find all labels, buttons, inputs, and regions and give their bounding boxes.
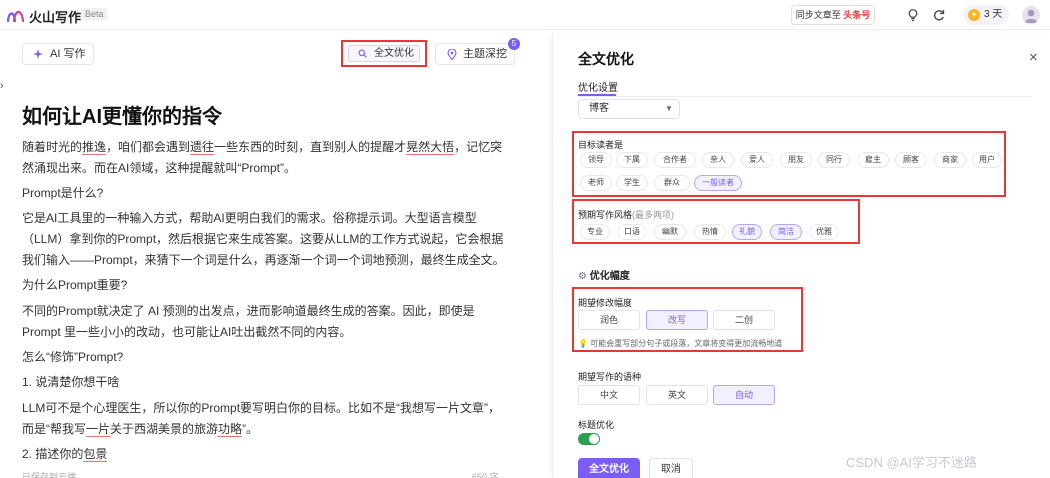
degree-hint: 💡 可能会重写部分句子或段落，文章将变得更加流畅地道 [578, 339, 783, 348]
cancel-button[interactable]: 取消 [649, 458, 693, 478]
coin-icon: ✦ [968, 9, 980, 21]
subheading-2[interactable]: 2. 描述你的包景 [22, 444, 512, 465]
tab-optimize-settings[interactable]: 优化设置 [578, 79, 618, 94]
genre-select[interactable]: 博客 ▼ [578, 99, 680, 119]
reader-chip-0[interactable]: 领导 [580, 152, 612, 168]
question-2[interactable]: 为什么Prompt重要? [22, 275, 512, 296]
style-chip-6[interactable]: 优雅 [809, 224, 839, 240]
language-option-0[interactable]: 中文 [578, 385, 640, 405]
ai-write-button[interactable]: AI 写作 [22, 43, 94, 65]
degree-option-1[interactable]: 改写 [646, 310, 708, 330]
genre-select-value: 博客 [589, 103, 609, 114]
style-label: 预期写作风格(最多两项) [578, 210, 675, 220]
language-label: 期望写作的语种 [578, 372, 642, 382]
days-count: 3 天 [984, 9, 1003, 20]
full-optimize-label: 全文优化 [374, 48, 414, 59]
title-optimize-label: 标题优化 [578, 420, 615, 430]
degree-option-2[interactable]: 二创 [713, 310, 775, 330]
avatar[interactable] [1022, 6, 1040, 24]
subheading-1[interactable]: 1. 说清楚你想干啥 [22, 372, 512, 393]
expand-sidebar-chevron-icon[interactable]: › [0, 80, 4, 92]
question-3[interactable]: 怎么“修饰”Prompt? [22, 347, 512, 368]
location-pin-icon [447, 49, 457, 60]
panel-title: 全文优化 [578, 51, 634, 67]
style-chip-1[interactable]: 口语 [617, 224, 647, 240]
style-chip-5[interactable]: 简洁 [770, 224, 802, 240]
reader-chip-11[interactable]: 老师 [580, 175, 612, 191]
topic-dig-label: 主题深挖 [463, 48, 507, 60]
question-1[interactable]: Prompt是什么? [22, 183, 512, 204]
paragraph-4[interactable]: LLM可不是个心理医生，所以你的Prompt要写明白你的目标。比如不是“我想写一… [22, 398, 512, 440]
logo-icon [6, 10, 25, 23]
title-optimize-toggle[interactable] [578, 433, 600, 445]
gear-icon: ⚙ [578, 271, 587, 282]
streak-days[interactable]: ✦ 3 天 [963, 5, 1009, 25]
reader-chip-3[interactable]: 亲人 [702, 152, 734, 168]
app-name: 火山写作 [29, 10, 82, 25]
reader-chip-10[interactable]: 用户 [972, 152, 1002, 168]
reader-chip-14[interactable]: 一般读者 [694, 175, 742, 191]
reader-chip-8[interactable]: 顾客 [895, 152, 927, 168]
topic-dig-button[interactable]: 主题深挖 [435, 43, 515, 65]
lightbulb-icon[interactable] [905, 7, 921, 23]
reader-chip-6[interactable]: 同行 [818, 152, 850, 168]
watermark: CSDN @AI学习不迷路 [846, 455, 977, 470]
language-option-2[interactable]: 自动 [713, 385, 775, 405]
top-bar: 火山写作 Beta 同步文章至 头条号 ✦ 3 天 [0, 0, 1050, 30]
reader-chip-4[interactable]: 爱人 [741, 152, 773, 168]
reader-chip-7[interactable]: 雇主 [857, 152, 889, 168]
paragraph-3[interactable]: 不同的Prompt就决定了 AI 预测的出发点，进而影响道最终生成的答案。因此，… [22, 301, 512, 343]
full-optimize-highlight: 全文优化 [341, 40, 427, 67]
lightbulb-hint-icon: 💡 [578, 339, 588, 348]
reader-chip-1[interactable]: 下属 [616, 152, 648, 168]
sync-label: 同步文章至 [795, 10, 841, 20]
search-icon [358, 49, 367, 58]
readers-label: 目标读者是 [578, 140, 624, 150]
word-count: 650 字 [472, 472, 499, 478]
paragraph-2[interactable]: 它是AI工具里的一种输入方式，帮助AI更明白我们的需求。俗称提示词。大型语言模型… [22, 208, 512, 271]
tab-divider [578, 96, 1032, 97]
paragraph-1[interactable]: 随着时光的推逸，咱们都会遇到遗往一些东西的时刻，直到别人的提醒才晃然大悟，记忆突… [22, 137, 512, 179]
reader-chip-5[interactable]: 朋友 [780, 152, 812, 168]
chevron-down-icon: ▼ [665, 104, 673, 113]
reader-chip-12[interactable]: 学生 [616, 175, 648, 191]
refresh-icon[interactable] [931, 7, 947, 23]
style-chip-2[interactable]: 幽默 [654, 224, 686, 240]
full-optimize-submit-button[interactable]: 全文优化 [578, 458, 640, 478]
style-chip-4[interactable]: 礼貌 [732, 224, 762, 240]
document-title[interactable]: 如何让AI更懂你的指令 [22, 100, 222, 129]
degree-option-0[interactable]: 润色 [578, 310, 640, 330]
degree-label: 期望修改幅度 [578, 298, 633, 308]
style-chip-3[interactable]: 热情 [694, 224, 726, 240]
ai-write-label: AI 写作 [50, 48, 86, 60]
beta-badge: Beta [81, 8, 108, 20]
style-chip-0[interactable]: 专业 [580, 224, 610, 240]
save-status: 已保存到云端 [22, 472, 77, 478]
reader-chip-9[interactable]: 商家 [934, 152, 966, 168]
sync-article-button[interactable]: 同步文章至 头条号 [791, 5, 875, 25]
close-icon[interactable]: × [1029, 49, 1038, 66]
sparkle-icon [33, 49, 43, 59]
reader-chip-13[interactable]: 群众 [654, 175, 690, 191]
full-optimize-button[interactable]: 全文优化 [348, 45, 420, 62]
topic-count-badge: 5 [508, 38, 520, 50]
reader-chip-2[interactable]: 合作者 [654, 152, 696, 168]
degree-heading: ⚙ 优化幅度 [578, 271, 630, 282]
user-icon [1024, 9, 1038, 23]
sync-target: 头条号 [843, 10, 871, 20]
language-option-1[interactable]: 英文 [646, 385, 708, 405]
